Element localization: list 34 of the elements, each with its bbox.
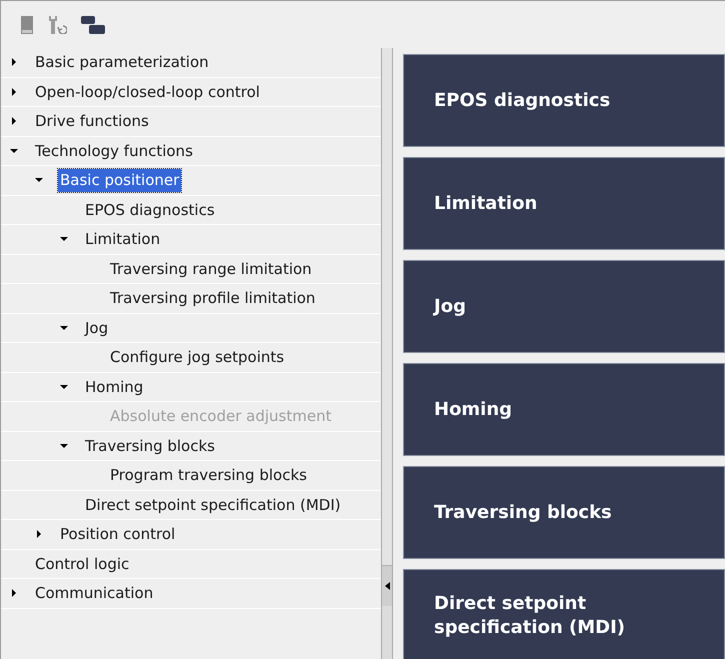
caret-right-icon[interactable] [9, 116, 19, 126]
tree-item[interactable]: Basic positioner [58, 169, 182, 192]
tree-item[interactable]: Program traversing blocks [108, 464, 309, 486]
caret-left-icon[interactable] [384, 582, 390, 590]
caret-right-icon[interactable] [34, 529, 44, 540]
tree-item[interactable]: Position control [58, 523, 178, 546]
tree-item[interactable]: Control logic [33, 552, 132, 575]
tree-item[interactable]: Technology functions [33, 140, 195, 162]
memory-card-icon[interactable] [21, 16, 33, 34]
tree-item[interactable]: Jog [83, 316, 110, 339]
tree-item[interactable]: Traversing range limitation [108, 258, 314, 280]
tree-item[interactable]: Homing [83, 376, 146, 398]
caret-right-icon[interactable] [9, 86, 19, 97]
tree-item[interactable]: Communication [33, 582, 156, 604]
section-tile[interactable]: Jog [403, 260, 725, 353]
tree-item[interactable]: Direct setpoint specification (MDI) [83, 494, 343, 516]
tree-item[interactable]: Open-loop/closed-loop control [33, 80, 262, 103]
tree-item[interactable]: Configure jog setpoints [108, 346, 286, 368]
scrollbar[interactable] [381, 48, 393, 659]
caret-right-icon[interactable] [9, 57, 19, 68]
tree-item[interactable]: Limitation [83, 228, 162, 250]
caret-right-icon[interactable] [9, 588, 19, 598]
section-tile[interactable]: Homing [403, 363, 725, 456]
tree-item[interactable]: Drive functions [33, 110, 151, 132]
section-tile[interactable]: Limitation [403, 157, 725, 250]
section-tile[interactable]: Traversing blocks [403, 466, 725, 559]
tree-item[interactable]: Traversing profile limitation [108, 287, 318, 310]
tree-item[interactable]: Traversing blocks [83, 434, 217, 457]
tree-item[interactable]: EPOS diagnostics [83, 198, 217, 221]
section-tile[interactable]: Direct setpoint specification (MDI) [403, 569, 725, 659]
wrench-icon[interactable] [47, 16, 67, 34]
tree-item[interactable]: Basic parameterization [33, 51, 211, 74]
hierarchy-icon[interactable] [81, 16, 105, 34]
section-tile[interactable]: EPOS diagnostics [403, 54, 725, 147]
